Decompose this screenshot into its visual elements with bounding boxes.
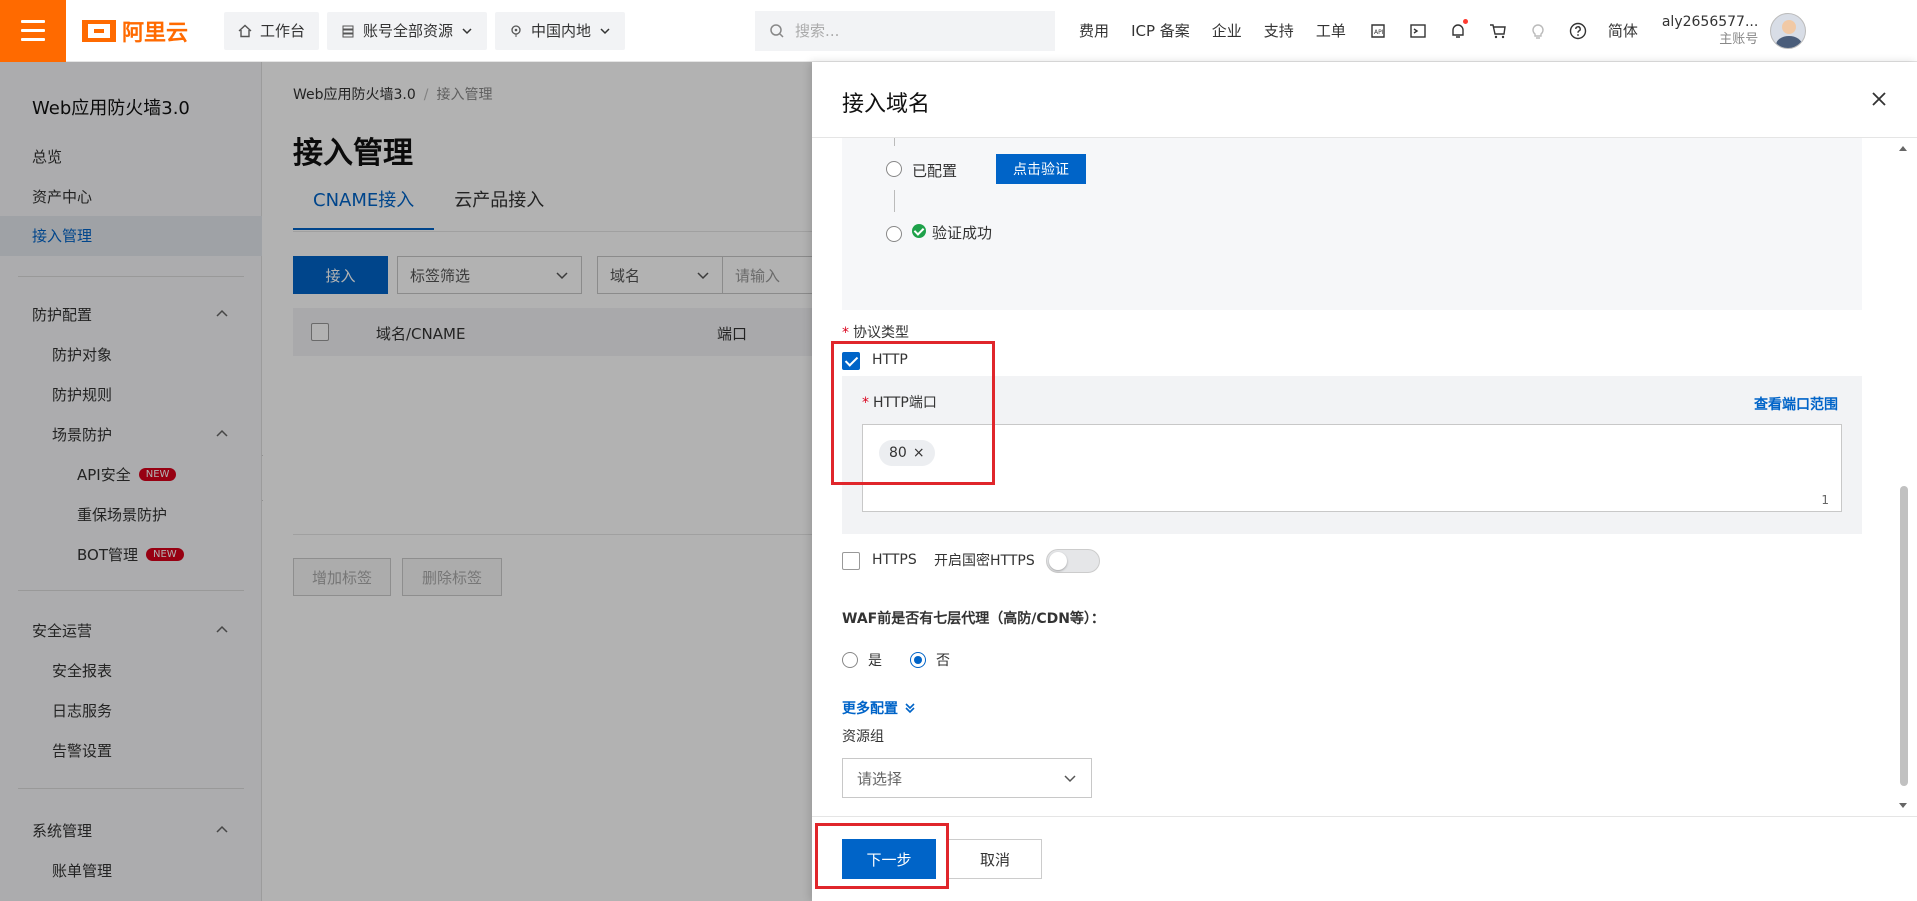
cancel-button[interactable]: 取消 xyxy=(948,839,1042,879)
highlight-next-box xyxy=(815,823,949,889)
proxy-yes-radio[interactable] xyxy=(842,652,858,668)
view-port-range-link[interactable]: 查看端口范围 xyxy=(1754,394,1838,414)
workbench-label: 工作台 xyxy=(260,22,306,40)
region-label: 中国内地 xyxy=(531,22,592,40)
icp-link[interactable]: ICP 备案 xyxy=(1131,20,1190,41)
menu-icon[interactable] xyxy=(0,0,66,62)
bulb-icon[interactable] xyxy=(1528,21,1548,41)
dns-verify-panel: 已配置 点击验证 验证成功 xyxy=(842,138,1862,310)
verify-success-step-radio[interactable] xyxy=(886,226,902,242)
aliyun-logo[interactable]: 阿里云 xyxy=(82,15,198,47)
verify-button[interactable]: 点击验证 xyxy=(996,154,1086,184)
api-icon[interactable]: API xyxy=(1368,21,1388,41)
svg-text:API: API xyxy=(1374,29,1384,36)
cart-icon[interactable] xyxy=(1488,21,1508,41)
language-switch[interactable]: 简体 xyxy=(1608,20,1638,41)
drawer-footer: 下一步 取消 xyxy=(812,816,1917,901)
more-config-toggle[interactable]: 更多配置 xyxy=(842,698,916,718)
resource-group-label: 资源组 xyxy=(842,729,884,745)
scroll-up-icon[interactable] xyxy=(1898,144,1908,152)
account-name: aly2656577... xyxy=(1661,13,1759,30)
chevron-down-icon xyxy=(1064,775,1076,783)
check-circle-icon xyxy=(912,224,926,238)
support-link[interactable]: 支持 xyxy=(1264,20,1294,41)
protocol-type-label: * 协议类型 xyxy=(842,325,909,341)
home-icon xyxy=(238,24,252,37)
sm-https-label: 开启国密HTTPS xyxy=(934,553,1035,569)
http-port-input[interactable]: 80 × 1 xyxy=(862,424,1842,512)
ticket-link[interactable]: 工单 xyxy=(1316,20,1346,41)
resource-group-placeholder: 请选择 xyxy=(857,769,903,788)
chevron-down-icon xyxy=(600,27,610,34)
account-type: 主账号 xyxy=(1719,31,1759,47)
more-config-label: 更多配置 xyxy=(842,701,898,717)
enterprise-link[interactable]: 企业 xyxy=(1212,20,1242,41)
stack-icon xyxy=(342,25,354,37)
proxy-no-radio[interactable] xyxy=(910,652,926,668)
drawer-title: 接入域名 xyxy=(842,92,931,117)
https-checkbox[interactable] xyxy=(842,552,860,570)
logo-text: 阿里云 xyxy=(122,20,189,46)
drawer-scrollbar[interactable] xyxy=(1896,138,1910,816)
configured-label: 已配置 xyxy=(912,162,958,180)
step-line xyxy=(894,138,895,146)
chevron-down-icon xyxy=(462,27,472,34)
region-dropdown[interactable]: 中国内地 xyxy=(495,11,626,50)
avatar[interactable] xyxy=(1770,12,1807,49)
workbench-button[interactable]: 工作台 xyxy=(224,11,320,50)
resource-group-select[interactable]: 请选择 xyxy=(842,758,1092,798)
resources-dropdown[interactable]: 账号全部资源 xyxy=(327,11,488,50)
bell-icon[interactable] xyxy=(1448,18,1468,41)
port-count: 1 xyxy=(1821,493,1829,507)
scroll-down-icon[interactable] xyxy=(1898,802,1908,810)
drawer-header: 接入域名 xyxy=(812,62,1917,138)
close-icon[interactable] xyxy=(1870,90,1888,108)
protocol-type-text: 协议类型 xyxy=(853,325,909,341)
search-placeholder: 搜索... xyxy=(795,22,840,40)
http-port-panel: * HTTP端口 查看端口范围 80 × 1 xyxy=(842,376,1862,534)
sm-https-toggle[interactable] xyxy=(1046,549,1100,573)
search-icon xyxy=(770,23,784,38)
account-info[interactable]: aly2656577... 主账号 xyxy=(1662,13,1758,49)
double-chevron-down-icon xyxy=(905,703,915,714)
location-icon xyxy=(511,24,521,37)
resources-label: 账号全部资源 xyxy=(363,22,454,40)
terminal-icon[interactable] xyxy=(1408,21,1428,41)
proxy-question-label: WAF前是否有七层代理（高防/CDN等）： xyxy=(842,611,1105,627)
scrollbar-thumb[interactable] xyxy=(1900,486,1908,786)
fees-link[interactable]: 费用 xyxy=(1079,20,1109,41)
help-icon[interactable] xyxy=(1568,21,1588,41)
top-bar: 阿里云 工作台 账号全部资源 中国内地 搜索... 费用 ICP 备案 企业 支… xyxy=(0,0,1917,62)
global-search-input[interactable]: 搜索... xyxy=(755,10,1056,51)
https-label: HTTPS xyxy=(872,552,917,568)
modal-overlay[interactable] xyxy=(0,62,812,901)
highlight-http-box xyxy=(831,341,995,485)
verify-success-label: 验证成功 xyxy=(932,224,993,242)
proxy-yes-label: 是 xyxy=(868,653,882,669)
configured-step-radio[interactable] xyxy=(886,161,902,177)
step-line xyxy=(894,190,895,212)
aliyun-logo-mark xyxy=(82,19,116,42)
proxy-no-label: 否 xyxy=(936,653,950,669)
